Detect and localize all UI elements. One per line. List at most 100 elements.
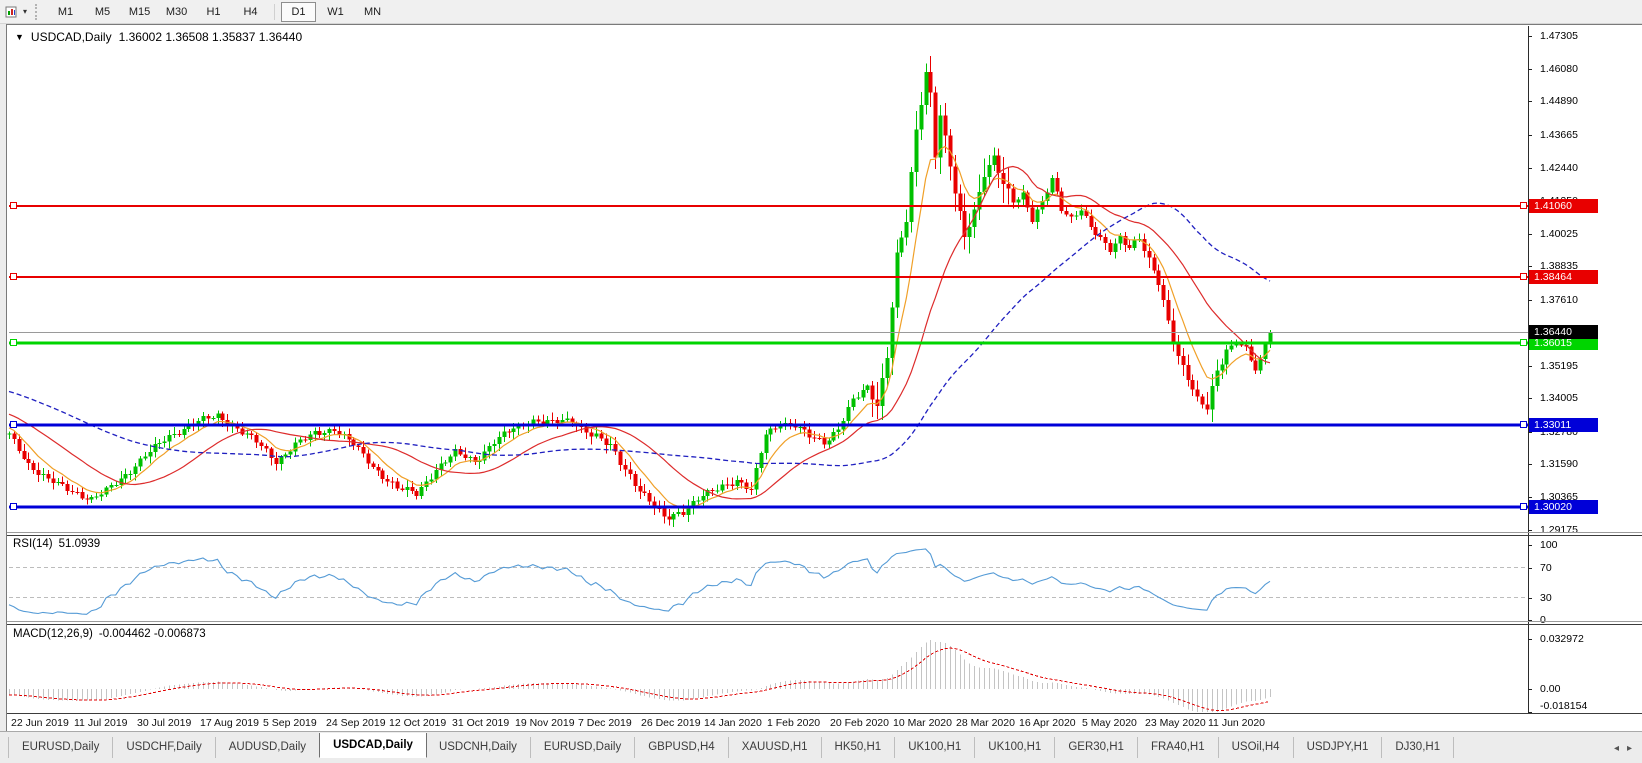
symbol-tabs: EURUSD,Daily USDCHF,Daily AUDUSD,Daily USDC… — [0, 733, 1614, 758]
time-axis-label: 30 Jul 2019 — [137, 717, 192, 729]
chart-ohlc-values: 1.36002 1.36508 1.35837 1.36440 — [118, 30, 303, 44]
rsi-axis-tick — [1528, 568, 1532, 569]
time-axis-label: 11 Jul 2019 — [74, 717, 128, 729]
macd-series — [8, 640, 1271, 712]
tab-eurusd-daily[interactable]: EURUSD,Daily — [531, 737, 636, 758]
time-axis-label: 14 Jan 2020 — [704, 717, 762, 729]
price-axis-label: 1.46080 — [1540, 62, 1578, 75]
tab-usdcad-daily[interactable]: USDCAD,Daily — [319, 733, 427, 758]
price-axis-tick — [1528, 366, 1532, 367]
panel-divider[interactable] — [7, 624, 1642, 625]
tab-usoil-h4[interactable]: USOil,H4 — [1219, 737, 1294, 758]
price-axis-label: 1.31590 — [1540, 458, 1578, 471]
timeframe-h1[interactable]: H1 — [196, 2, 231, 22]
price-axis-label: 1.43665 — [1540, 128, 1578, 141]
tab-hk50-h1[interactable]: HK50,H1 — [822, 737, 896, 758]
chart-title-bar: ▼ USDCAD,Daily 1.36002 1.36508 1.35837 1… — [15, 30, 302, 44]
tab-uk100-h1[interactable]: UK100,H1 — [975, 737, 1056, 758]
hline-handle[interactable] — [10, 503, 17, 510]
macd-axis-tick — [1528, 689, 1532, 690]
price-axis-tick — [1528, 266, 1532, 267]
panel-divider — [7, 713, 1642, 714]
price-axis-tick — [1528, 101, 1532, 102]
new-chart-button[interactable]: ▾ — [0, 2, 32, 22]
price-axis-tick — [1528, 36, 1532, 37]
rsi-name: RSI(14) — [13, 538, 53, 550]
tab-eurusd-daily[interactable]: EURUSD,Daily — [8, 737, 114, 758]
panel-divider[interactable] — [7, 535, 1642, 536]
price-axis-tick — [1528, 168, 1532, 169]
hline-handle[interactable] — [1520, 339, 1527, 346]
timeframe-m15[interactable]: M15 — [122, 2, 157, 22]
time-axis-label: 17 Aug 2019 — [200, 717, 259, 729]
hline-handle[interactable] — [10, 202, 17, 209]
tab-dj30-h1[interactable]: DJ30,H1 — [1382, 737, 1455, 758]
time-axis-label: 22 Jun 2019 — [11, 717, 69, 729]
hline-handle[interactable] — [10, 273, 17, 280]
time-axis-label: 11 Jun 2020 — [1208, 717, 1266, 729]
chevron-down-icon: ▾ — [23, 7, 28, 16]
price-axis-tick — [1528, 69, 1532, 70]
timeframe-mn[interactable]: MN — [355, 2, 390, 22]
macd-axis-tick — [1528, 639, 1532, 640]
tab-uk100-h1[interactable]: UK100,H1 — [895, 737, 976, 758]
chart-icon — [5, 6, 17, 17]
chart-menu-icon[interactable]: ▼ — [15, 32, 24, 42]
time-axis-label: 28 Mar 2020 — [956, 717, 1015, 729]
panel-divider[interactable] — [7, 532, 1642, 533]
price-axis-label: 1.34005 — [1540, 392, 1578, 405]
timeframe-w1[interactable]: W1 — [318, 2, 353, 22]
tab-usdcnh-daily[interactable]: USDCNH,Daily — [426, 737, 531, 758]
hline-handle[interactable] — [1520, 421, 1527, 428]
time-axis-label: 10 Mar 2020 — [893, 717, 952, 729]
time-axis-label: 24 Sep 2019 — [326, 717, 386, 729]
hline-handle[interactable] — [1520, 202, 1527, 209]
tab-scroll-arrows: ◂ ▸ — [1614, 743, 1642, 758]
price-axis-tick — [1528, 530, 1532, 531]
time-axis-label: 5 Sep 2019 — [263, 717, 317, 729]
time-axis-label: 26 Dec 2019 — [641, 717, 701, 729]
rsi-indicator-label: RSI(14) 51.0939 — [13, 538, 100, 550]
time-axis-label: 7 Dec 2019 — [578, 717, 632, 729]
price-axis-tick — [1528, 234, 1532, 235]
rsi-axis-tick — [1528, 598, 1532, 599]
current-price-badge: 1.36440 — [1529, 325, 1598, 339]
panel-divider[interactable] — [7, 621, 1642, 622]
timeframe-m5[interactable]: M5 — [85, 2, 120, 22]
rsi-value: 51.0939 — [58, 538, 101, 550]
tab-gbpusd-h4[interactable]: GBPUSD,H4 — [635, 737, 729, 758]
moving-averages — [8, 145, 1271, 509]
macd-axis-label: 0.032972 — [1540, 633, 1584, 645]
chart-symbol-title: USDCAD,Daily — [30, 30, 112, 44]
tab-xauusd-h1[interactable]: XAUUSD,H1 — [729, 737, 822, 758]
hline-price-badge: 1.41060 — [1529, 199, 1598, 213]
price-axis-label: 1.35195 — [1540, 359, 1578, 372]
time-axis-label: 5 May 2020 — [1082, 717, 1137, 729]
hline-handle[interactable] — [10, 339, 17, 346]
hline-price-badge: 1.38464 — [1529, 270, 1598, 284]
hline-price-badge: 1.30020 — [1529, 500, 1598, 514]
timeframe-d1[interactable]: D1 — [281, 1, 317, 22]
hline-price-badge: 1.33011 — [1529, 418, 1598, 432]
timeframe-m30[interactable]: M30 — [159, 2, 194, 22]
tab-audusd-daily[interactable]: AUDUSD,Daily — [216, 737, 321, 758]
tab-ger30-h1[interactable]: GER30,H1 — [1055, 737, 1138, 758]
time-axis-label: 23 May 2020 — [1145, 717, 1206, 729]
toolbar-grip[interactable] — [35, 3, 41, 20]
macd-axis-label: -0.018154 — [1540, 700, 1588, 712]
chart-pane: ▼ USDCAD,Daily 1.36002 1.36508 1.35837 1… — [6, 24, 1642, 733]
rsi-axis-tick — [1528, 545, 1532, 546]
symbol-tab-bar: EURUSD,Daily USDCHF,Daily AUDUSD,Daily USDC… — [0, 731, 1642, 758]
tab-fra40-h1[interactable]: FRA40,H1 — [1138, 737, 1219, 758]
price-axis-separator — [1528, 26, 1529, 714]
hline-handle[interactable] — [10, 421, 17, 428]
tab-scroll-left-icon[interactable]: ◂ — [1614, 743, 1619, 754]
hline-handle[interactable] — [1520, 273, 1527, 280]
price-axis-label: 1.44890 — [1540, 95, 1578, 108]
tab-scroll-right-icon[interactable]: ▸ — [1627, 743, 1632, 754]
tab-usdchf-daily[interactable]: USDCHF,Daily — [113, 737, 216, 758]
tab-usdjpy-h1[interactable]: USDJPY,H1 — [1294, 737, 1383, 758]
hline-handle[interactable] — [1520, 503, 1527, 510]
timeframe-m1[interactable]: M1 — [48, 2, 83, 22]
timeframe-h4[interactable]: H4 — [233, 2, 268, 22]
